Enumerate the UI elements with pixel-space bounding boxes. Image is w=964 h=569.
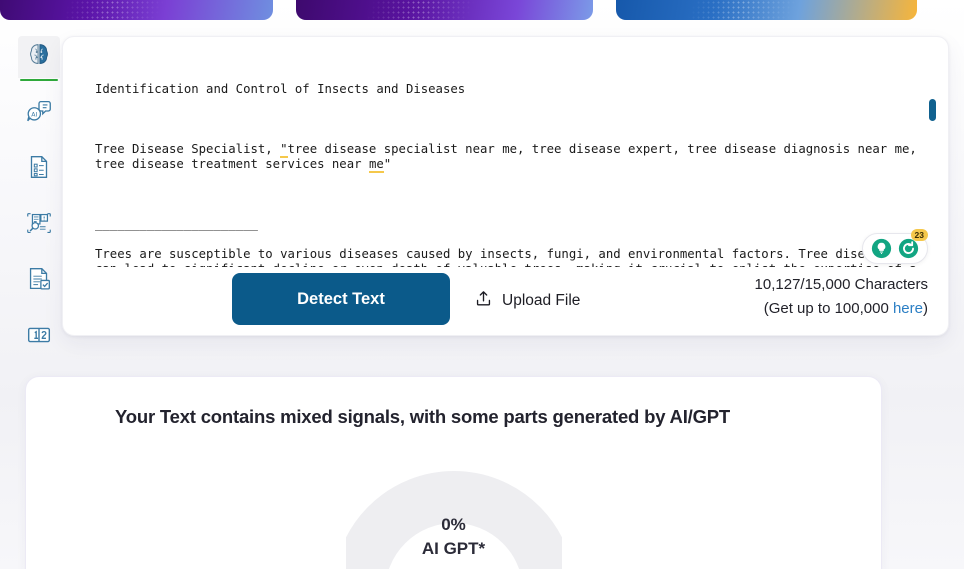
sidebar-item-document-report[interactable] [18, 148, 60, 190]
result-card: Your Text contains mixed signals, with s… [25, 376, 882, 569]
sidebar-item-word-counter[interactable] [18, 316, 60, 358]
gauge-center-readout: 0% AI GPT* [346, 513, 562, 561]
upgrade-hint: (Get up to 100,000 here) [755, 297, 928, 321]
upgrade-hint-suffix: ) [923, 300, 928, 317]
sidebar-item-ai-detector[interactable] [18, 36, 60, 81]
svg-text:AI: AI [31, 111, 37, 118]
upload-file-control[interactable]: Upload File [474, 289, 580, 313]
number-counter-icon [24, 320, 54, 355]
left-sidebar: AI [18, 36, 60, 414]
keyword-highlight-me: me [368, 157, 384, 173]
editor-scrollbar-track[interactable] [929, 59, 936, 265]
banner-card-2[interactable] [296, 0, 593, 20]
upload-icon [474, 289, 493, 313]
upgrade-hint-prefix: (Get up to 100,000 [763, 300, 893, 317]
sidebar-item-plagiarism-check[interactable] [18, 204, 60, 246]
ai-chat-bubbles-icon: AI [24, 96, 54, 131]
editor-heading-line: Identification and Control of Insects an… [95, 82, 466, 96]
editor-action-pill: 23 [862, 229, 928, 264]
gauge-percent-value: 0% [441, 515, 466, 534]
keyword-highlight-open: " [280, 142, 288, 158]
banner-card-3[interactable] [616, 0, 917, 20]
ai-gpt-gauge: 0% AI GPT* [334, 452, 573, 569]
editor-keyword-line: Tree Disease Specialist, "tree disease s… [95, 142, 923, 173]
editor-body-paragraph-1: Trees are susceptible to various disease… [95, 247, 923, 267]
app-root: AI Identification and Control of Insects… [0, 0, 964, 569]
character-count-text: 10,127/15,000 Characters [754, 276, 928, 293]
brain-ai-icon [24, 40, 54, 75]
gauge-label: AI GPT* [421, 539, 486, 558]
body-text-a: Trees are susceptible to various disease… [95, 247, 917, 267]
editor-blank-line [95, 112, 923, 127]
rotate-refresh-icon[interactable]: 23 [898, 229, 928, 259]
document-check-icon [24, 264, 54, 299]
character-counter-block: 10,127/15,000 Characters (Get up to 100,… [755, 273, 928, 321]
document-list-icon [24, 152, 54, 187]
result-title: Your Text contains mixed signals, with s… [115, 406, 731, 427]
editor-blank-line-2 [95, 187, 923, 202]
rewrite-count-badge: 23 [910, 229, 928, 241]
promo-banner-strip [0, 0, 964, 20]
detect-text-button[interactable]: Detect Text [232, 273, 450, 325]
lightbulb-icon[interactable] [871, 238, 892, 259]
keyword-post-text: " [383, 157, 392, 171]
text-editor-card: Identification and Control of Insects an… [62, 36, 949, 336]
banner-dot-pattern-icon [296, 0, 593, 20]
sidebar-item-document-verify[interactable] [18, 260, 60, 302]
banner-dot-pattern-icon [616, 0, 917, 20]
keyword-pre-text: Tree Disease Specialist, [95, 142, 281, 156]
banner-card-1[interactable] [0, 0, 273, 20]
search-document-icon [24, 208, 54, 243]
banner-dot-pattern-icon [0, 0, 273, 20]
editor-textarea[interactable]: Identification and Control of Insects an… [95, 67, 923, 267]
editor-scrollbar-thumb[interactable] [929, 99, 936, 121]
sidebar-item-ai-chat[interactable]: AI [18, 92, 60, 134]
upgrade-here-link[interactable]: here [893, 300, 923, 317]
editor-divider-line: ______________________ [95, 217, 258, 231]
upload-file-label: Upload File [502, 292, 581, 309]
